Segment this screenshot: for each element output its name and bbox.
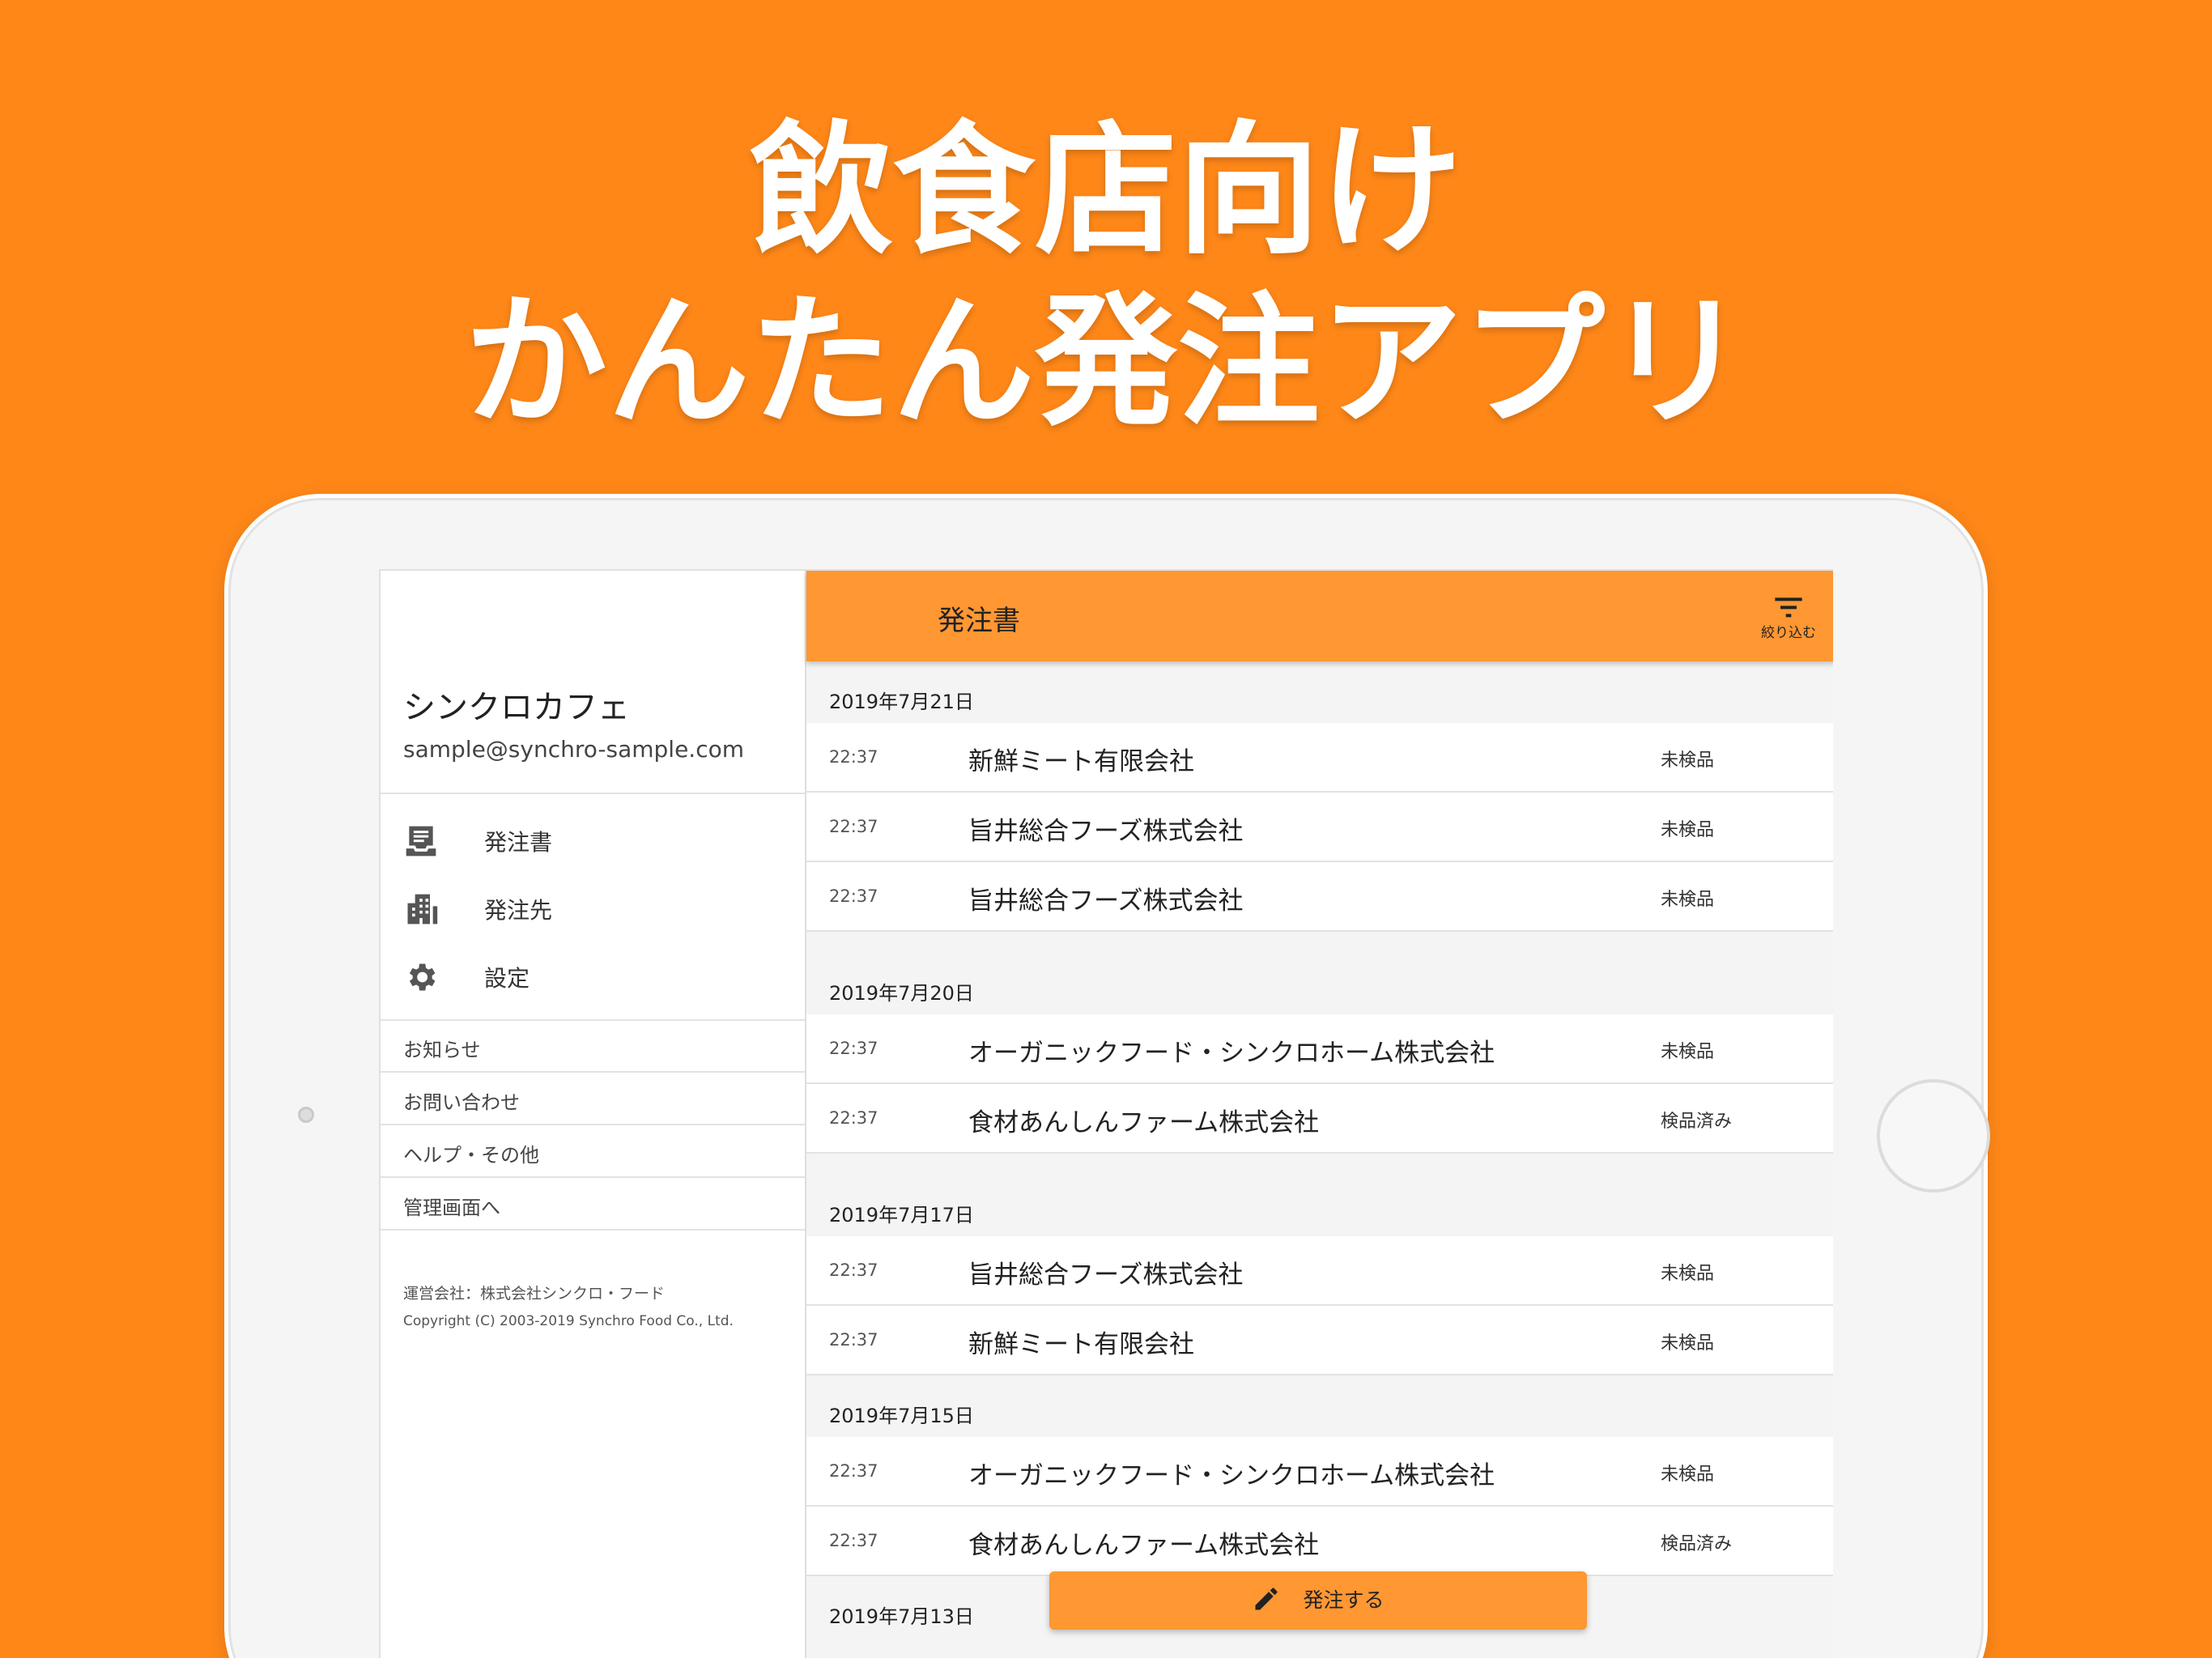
filter-button[interactable]: 絞り込む bbox=[1752, 595, 1825, 644]
shop-name: シンクロカフェ bbox=[403, 689, 630, 726]
order-row[interactable]: 22:37 旨井総合フーズ株式会社 未検品 bbox=[806, 862, 1833, 932]
nav-item-label: 発注書 bbox=[484, 829, 553, 856]
order-list: 2019年7月21日 22:37 新鮮ミート有限会社 未検品 22:37 旨井総… bbox=[806, 661, 1833, 1638]
footer-copyright: Copyright (C) 2003-2019 Synchro Food Co.… bbox=[403, 1313, 734, 1329]
link-label: お知らせ bbox=[403, 1039, 481, 1061]
account-email: sample@synchro-sample.com bbox=[403, 736, 744, 763]
order-status: 未検品 bbox=[1661, 750, 1715, 771]
order-vendor: 新鮮ミート有限会社 bbox=[968, 1330, 1194, 1359]
place-order-label: 発注する bbox=[1303, 1588, 1385, 1612]
pencil-icon bbox=[1255, 1588, 1278, 1610]
nav-item-label: 設定 bbox=[484, 965, 530, 992]
app-bar: 発注書 絞り込む bbox=[806, 571, 1833, 661]
order-vendor: 旨井総合フーズ株式会社 bbox=[968, 1261, 1244, 1290]
headline-line-2: かんたん発注アプリ bbox=[464, 279, 1747, 445]
order-vendor: 旨井総合フーズ株式会社 bbox=[968, 886, 1244, 916]
nav-item-order-forms[interactable]: 発注書 bbox=[381, 809, 805, 877]
home-button[interactable] bbox=[1877, 1079, 1990, 1192]
order-status: 検品済み bbox=[1661, 1112, 1733, 1132]
order-time: 22:37 bbox=[829, 817, 878, 836]
order-time: 22:37 bbox=[829, 1039, 878, 1058]
divider bbox=[381, 793, 805, 794]
order-status: 未検品 bbox=[1661, 1465, 1715, 1485]
nav-item-settings[interactable]: 設定 bbox=[381, 945, 805, 1013]
order-row[interactable]: 22:37 新鮮ミート有限会社 未検品 bbox=[806, 723, 1833, 793]
order-time: 22:37 bbox=[829, 1261, 878, 1280]
order-vendor: 新鮮ミート有限会社 bbox=[968, 747, 1194, 776]
order-row[interactable]: 22:37 オーガニックフード・シンクロホーム株式会社 未検品 bbox=[806, 1014, 1833, 1084]
link-admin[interactable]: 管理画面へ bbox=[381, 1179, 805, 1231]
order-row[interactable]: 22:37 食材あんしんファーム株式会社 検品済み bbox=[806, 1507, 1833, 1576]
order-time: 22:37 bbox=[829, 1461, 878, 1481]
footer-company: 運営会社：株式会社シンクロ・フード bbox=[403, 1285, 666, 1303]
place-order-button[interactable]: 発注する bbox=[1049, 1571, 1587, 1630]
order-row[interactable]: 22:37 旨井総合フーズ株式会社 未検品 bbox=[806, 793, 1833, 862]
filter-icon bbox=[1775, 597, 1802, 618]
headline-line-1: 飲食店向け bbox=[749, 108, 1462, 274]
order-row[interactable]: 22:37 新鮮ミート有限会社 未検品 bbox=[806, 1306, 1833, 1375]
order-time: 22:37 bbox=[829, 1108, 878, 1128]
link-label: お問い合わせ bbox=[403, 1091, 520, 1114]
order-status: 未検品 bbox=[1661, 1264, 1715, 1284]
building-icon bbox=[407, 894, 438, 925]
link-label: 管理画面へ bbox=[403, 1197, 500, 1219]
sidebar: シンクロカフェ sample@synchro-sample.com 発注書 発注… bbox=[381, 571, 806, 1658]
nav-item-suppliers[interactable]: 発注先 bbox=[381, 877, 805, 945]
main-panel: 発注書 絞り込む 2019年7月21日 22:37 新鮮ミート有限会社 未検品 … bbox=[806, 571, 1833, 1658]
date-header: 2019年7月21日 bbox=[829, 691, 974, 713]
order-status: 検品済み bbox=[1661, 1534, 1733, 1554]
order-row[interactable]: 22:37 食材あんしんファーム株式会社 検品済み bbox=[806, 1084, 1833, 1154]
link-label: ヘルプ・その他 bbox=[403, 1144, 539, 1167]
order-vendor: オーガニックフード・シンクロホーム株式会社 bbox=[968, 1039, 1495, 1068]
order-vendor: 旨井総合フーズ株式会社 bbox=[968, 817, 1244, 846]
order-time: 22:37 bbox=[829, 886, 878, 906]
order-status: 未検品 bbox=[1661, 1042, 1715, 1062]
link-help[interactable]: ヘルプ・その他 bbox=[381, 1126, 805, 1178]
order-vendor: 食材あんしんファーム株式会社 bbox=[968, 1531, 1320, 1560]
order-status: 未検品 bbox=[1661, 1333, 1715, 1354]
order-status: 未検品 bbox=[1661, 820, 1715, 840]
headline: 飲食店向け かんたん発注アプリ bbox=[0, 105, 2212, 449]
app-screen: シンクロカフェ sample@synchro-sample.com 発注書 発注… bbox=[379, 569, 1833, 1658]
filter-label: 絞り込む bbox=[1761, 625, 1816, 641]
link-news[interactable]: お知らせ bbox=[381, 1021, 805, 1073]
order-row[interactable]: 22:37 オーガニックフード・シンクロホーム株式会社 未検品 bbox=[806, 1437, 1833, 1507]
order-time: 22:37 bbox=[829, 1531, 878, 1550]
link-contact[interactable]: お問い合わせ bbox=[381, 1073, 805, 1125]
nav-item-label: 発注先 bbox=[484, 897, 553, 924]
order-time: 22:37 bbox=[829, 1330, 878, 1350]
order-time: 22:37 bbox=[829, 747, 878, 767]
order-form-icon bbox=[406, 826, 436, 857]
camera-icon bbox=[298, 1107, 314, 1123]
order-vendor: オーガニックフード・シンクロホーム株式会社 bbox=[968, 1461, 1495, 1490]
order-status: 未検品 bbox=[1661, 890, 1715, 910]
date-header: 2019年7月17日 bbox=[829, 1204, 974, 1226]
date-header: 2019年7月20日 bbox=[829, 982, 974, 1005]
order-row[interactable]: 22:37 旨井総合フーズ株式会社 未検品 bbox=[806, 1236, 1833, 1306]
gear-icon bbox=[409, 963, 436, 991]
date-header: 2019年7月15日 bbox=[829, 1405, 974, 1427]
page-title: 発注書 bbox=[938, 605, 1020, 637]
order-vendor: 食材あんしんファーム株式会社 bbox=[968, 1108, 1320, 1137]
